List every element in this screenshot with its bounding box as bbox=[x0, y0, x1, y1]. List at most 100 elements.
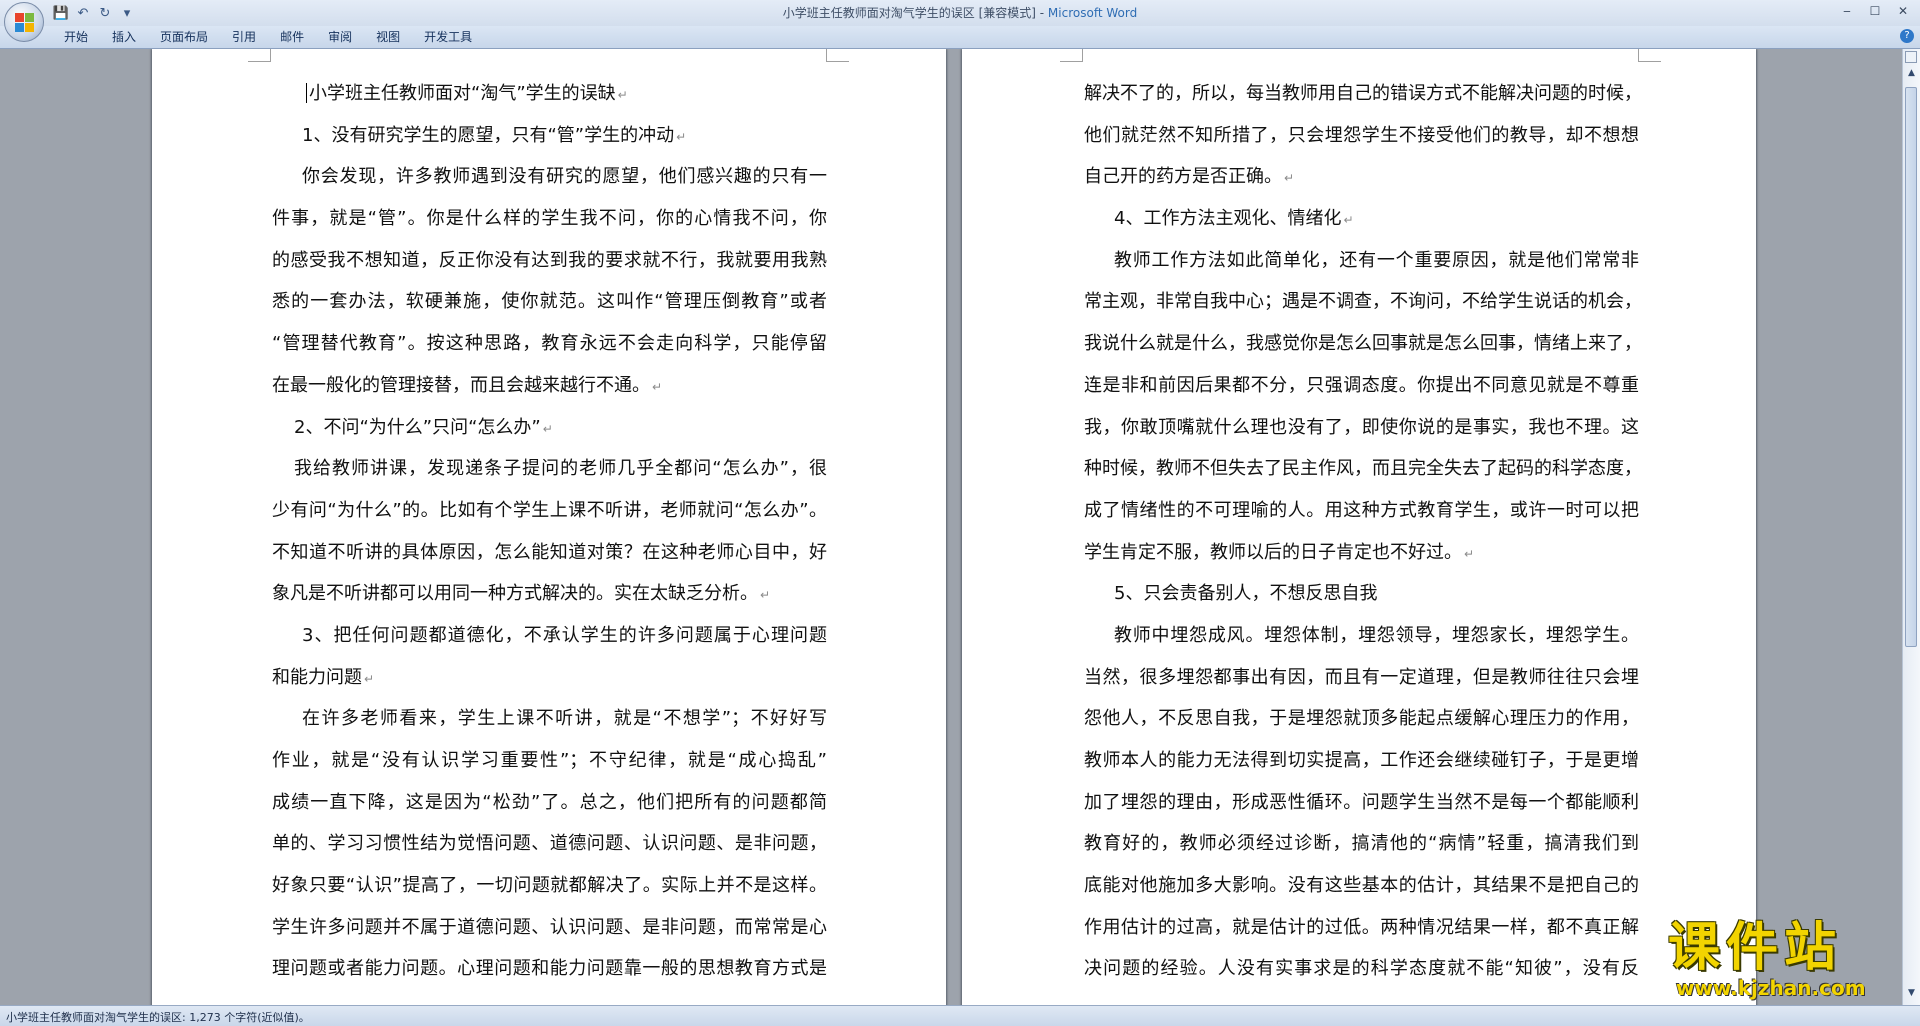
text-line[interactable]: 加了埋怨的理由，形成恶性循环。问题学生当然不是每一个都能顺利 bbox=[1084, 782, 1639, 824]
tab-4[interactable]: 邮件 bbox=[268, 29, 316, 45]
text-line[interactable]: 1、没有研究学生的愿望，只有“管”学生的冲动 ↵ bbox=[272, 115, 827, 157]
text-line[interactable]: 件事，就是“管”。你是什么样的学生我不问，你的心情我不问，你 bbox=[272, 198, 827, 240]
page-right[interactable]: 解决不了的，所以，每当教师用自己的错误方式不能解决问题的时候， 他们就茫然不知所措… bbox=[962, 49, 1756, 1005]
tab-5[interactable]: 审阅 bbox=[316, 29, 364, 45]
text-line[interactable]: 种时候，教师不但失去了民主作风，而且完全失去了起码的科学态度， bbox=[1084, 448, 1639, 490]
line-text: 解决不了的，所以，每当教师用自己的错误方式不能解决问题的时候， bbox=[1084, 83, 1639, 104]
watermark-title: 课件站 bbox=[1668, 918, 1843, 978]
page-text[interactable]: 解决不了的，所以，每当教师用自己的错误方式不能解决问题的时候， 他们就茫然不知所措… bbox=[1084, 73, 1639, 990]
text-line[interactable]: 底能对他施加多大影响。没有这些基本的估计，其结果不是把自己的 bbox=[1084, 865, 1639, 907]
text-line[interactable]: 成了情绪性的不可理喻的人。用这种方式教育学生，或许一时可以把 bbox=[1084, 490, 1639, 532]
text-line[interactable]: 单的、学习习惯性结为觉悟问题、道德问题、认识问题、是非问题， bbox=[272, 823, 827, 865]
text-line[interactable]: 好象只要“认识”提高了，一切问题就都解决了。实际上并不是这样。 bbox=[272, 865, 827, 907]
line-text: 教师中埋怨成风。埋怨体制，埋怨领导，埋怨家长，埋怨学生。 bbox=[1114, 624, 1639, 646]
line-text: 底能对他施加多大影响。没有这些基本的估计，其结果不是把自己的 bbox=[1084, 875, 1639, 897]
text-line[interactable]: 2、不问“为什么”只问“怎么办” ↵ bbox=[272, 407, 827, 449]
text-line[interactable]: 常主观，非常自我中心；遇是不调查，不询问，不给学生说话的机会， bbox=[1084, 281, 1639, 323]
line-text: 少有问“为什么”的。比如有个学生上课不听讲，老师就问“怎么办”。 bbox=[272, 499, 827, 521]
text-line[interactable]: 解决不了的，所以，每当教师用自己的错误方式不能解决问题的时候， bbox=[1084, 73, 1639, 115]
line-text: 决问题的经验。人没有实事求是的科学态度就不能“知彼”，没有反 bbox=[1084, 958, 1639, 980]
text-line[interactable]: 教师中埋怨成风。埋怨体制，埋怨领导，埋怨家长，埋怨学生。 bbox=[1084, 615, 1639, 657]
title-bar: 💾 ↶ ↻ ▾ 小学班主任教师面对淘气学生的误区 [兼容模式] - Microsoft… bbox=[0, 0, 1920, 42]
close-button[interactable]: ✕ bbox=[1890, 2, 1916, 20]
text-line[interactable]: 我给教师讲课，发现递条子提问的老师几乎全都问“怎么办”，很 bbox=[272, 448, 827, 490]
text-line[interactable]: 连是非和前因后果都不分，只强调态度。你提出不同意见就是不尊重 bbox=[1084, 365, 1639, 407]
page-left[interactable]: 小学班主任教师面对“淘气”学生的误缺 ↵ 1、没有研究学生的愿望，只有“管”学生的冲… bbox=[152, 49, 946, 1005]
scroll-thumb[interactable] bbox=[1905, 87, 1917, 647]
text-line[interactable]: 他们就茫然不知所措了，只会埋怨学生不接受他们的教导，却不想想 bbox=[1084, 115, 1639, 157]
text-line[interactable]: 3、把任何问题都道德化，不承认学生的许多问题属于心理问题 bbox=[272, 615, 827, 657]
text-line[interactable]: 学生许多问题并不属于道德问题、认识问题、是非问题，而常常是心 bbox=[272, 907, 827, 949]
line-text: 他们就茫然不知所措了，只会埋怨学生不接受他们的教导，却不想想 bbox=[1084, 124, 1639, 146]
status-word-count[interactable]: 小学班主任教师面对淘气学生的误区: 1,273 个字符(近似值)。 bbox=[6, 1009, 310, 1025]
ribbon-tabs: 开始 插入 页面布局 引用 邮件 审阅 视图 开发工具 bbox=[52, 29, 484, 45]
line-text: 5、只会责备别人，不想反思自我 bbox=[1114, 583, 1378, 605]
help-icon[interactable]: ? bbox=[1900, 29, 1914, 43]
text-line[interactable]: 不知道不听讲的具体原因，怎么能知道对策？在这种老师心目中，好 bbox=[272, 532, 827, 574]
text-line[interactable]: “管理替代教育”。按这种思路，教育永远不会走向科学，只能停留 bbox=[272, 323, 827, 365]
tab-2[interactable]: 页面布局 bbox=[148, 29, 220, 45]
text-line[interactable]: 5、只会责备别人，不想反思自我 bbox=[1084, 573, 1639, 615]
text-line[interactable]: 在许多老师看来，学生上课不听讲，就是“不想学”；不好好写 bbox=[272, 698, 827, 740]
text-line[interactable]: 小学班主任教师面对“淘气”学生的误缺 ↵ bbox=[272, 73, 827, 115]
line-text: 4、工作方法主观化、情绪化 bbox=[1114, 208, 1342, 230]
text-line[interactable]: 自己开的药方是否正确。 ↵ bbox=[1084, 156, 1639, 198]
minimize-button[interactable]: ‒ bbox=[1834, 2, 1860, 20]
vertical-scrollbar[interactable]: ▲ ▼ bbox=[1902, 49, 1920, 1005]
paragraph-mark-icon: ↵ bbox=[542, 421, 553, 436]
line-text: 在最一般化的管理接替，而且会越来越行不通。 bbox=[272, 374, 650, 396]
line-text: 成绩一直下降，这是因为“松劲”了。总之，他们把所有的问题都简 bbox=[272, 791, 827, 813]
text-line[interactable]: 在最一般化的管理接替，而且会越来越行不通。 ↵ bbox=[272, 365, 827, 407]
line-text: 自己开的药方是否正确。 bbox=[1084, 166, 1282, 188]
scroll-up-icon[interactable]: ▲ bbox=[1905, 67, 1918, 80]
text-line[interactable]: 当然，很多埋怨都事出有因，而且有一定道理，但是教师往往只会埋 bbox=[1084, 657, 1639, 699]
app-name: Microsoft Word bbox=[1047, 6, 1138, 20]
text-cursor bbox=[306, 83, 307, 103]
text-line[interactable]: 你会发现，许多教师遇到没有研究的愿望，他们感兴趣的只有一 bbox=[272, 156, 827, 198]
text-line[interactable]: 决问题的经验。人没有实事求是的科学态度就不能“知彼”，没有反 bbox=[1084, 948, 1639, 990]
text-line[interactable]: 象凡是不听讲都可以用同一种方式解决的。实在太缺乏分析。 ↵ bbox=[272, 573, 827, 615]
ruler-toggle-icon[interactable] bbox=[1905, 51, 1917, 63]
tab-6[interactable]: 视图 bbox=[364, 29, 412, 45]
paragraph-mark-icon: ↵ bbox=[760, 588, 771, 603]
text-line[interactable]: 教育好的，教师必须经过诊断，搞清他的“病情”轻重，搞清我们到 bbox=[1084, 823, 1639, 865]
text-line[interactable]: 作业，就是“没有认识学习重要性”；不守纪律，就是“成心捣乱” bbox=[272, 740, 827, 782]
paragraph-mark-icon: ↵ bbox=[676, 129, 687, 144]
text-line[interactable]: 的感受我不想知道，反正你没有达到我的要求就不行，我就要用我熟 bbox=[272, 240, 827, 282]
line-text: 和能力问题 bbox=[272, 666, 362, 688]
line-text: 学生肯定不服，教师以后的日子肯定也不好过。 bbox=[1084, 541, 1462, 563]
text-line[interactable]: 我，你敢顶嘴就什么理也没有了，即使你说的是事实，我也不理。这 bbox=[1084, 407, 1639, 449]
line-text: 不知道不听讲的具体原因，怎么能知道对策？在这种老师心目中，好 bbox=[272, 541, 827, 563]
line-text: 的感受我不想知道，反正你没有达到我的要求就不行，我就要用我熟 bbox=[272, 249, 827, 271]
text-line[interactable]: 成绩一直下降，这是因为“松劲”了。总之，他们把所有的问题都简 bbox=[272, 782, 827, 824]
text-line[interactable]: 理问题或者能力问题。心理问题和能力问题靠一般的思想教育方式是 bbox=[272, 948, 827, 990]
text-line[interactable]: 我说什么就是什么，我感觉你是怎么回事就是怎么回事，情绪上来了， bbox=[1084, 323, 1639, 365]
line-text: 种时候，教师不但失去了民主作风，而且完全失去了起码的科学态度， bbox=[1084, 458, 1639, 480]
line-text: 教师工作方法如此简单化，还有一个重要原因，就是他们常常非 bbox=[1114, 249, 1639, 271]
text-line[interactable]: 少有问“为什么”的。比如有个学生上课不听讲，老师就问“怎么办”。 bbox=[272, 490, 827, 532]
text-line[interactable]: 悉的一套办法，软硬兼施，使你就范。这叫作“管理压倒教育”或者 bbox=[272, 281, 827, 323]
tab-7[interactable]: 开发工具 bbox=[412, 29, 484, 45]
line-text: 教师本人的能力无法得到切实提高，工作还会继续碰钉子，于是更增 bbox=[1084, 750, 1639, 771]
text-line[interactable]: 怨他人，不反思自我，于是埋怨就顶多能起点缓解心理压力的作用， bbox=[1084, 698, 1639, 740]
line-text: 理问题或者能力问题。心理问题和能力问题靠一般的思想教育方式是 bbox=[272, 958, 827, 980]
tab-0[interactable]: 开始 bbox=[52, 29, 100, 45]
text-line[interactable]: 作用估计的过高，就是估计的过低。两种情况结果一样，都不真正解 bbox=[1084, 907, 1639, 949]
maximize-button[interactable]: ☐ bbox=[1862, 2, 1888, 20]
tab-3[interactable]: 引用 bbox=[220, 29, 268, 45]
line-text: 在许多老师看来，学生上课不听讲，就是“不想学”；不好好写 bbox=[302, 708, 827, 730]
line-text: “管理替代教育”。按这种思路，教育永远不会走向科学，只能停留 bbox=[272, 333, 827, 355]
text-line[interactable]: 学生肯定不服，教师以后的日子肯定也不好过。 ↵ bbox=[1084, 532, 1639, 574]
paragraph-mark-icon: ↵ bbox=[1284, 171, 1295, 186]
text-line[interactable]: 4、工作方法主观化、情绪化 ↵ bbox=[1084, 198, 1639, 240]
tab-1[interactable]: 插入 bbox=[100, 29, 148, 45]
line-text: 小学班主任教师面对“淘气”学生的误缺 bbox=[309, 83, 616, 104]
line-text: 象凡是不听讲都可以用同一种方式解决的。实在太缺乏分析。 bbox=[272, 583, 758, 605]
document-area[interactable]: 小学班主任教师面对“淘气”学生的误缺 ↵ 1、没有研究学生的愿望，只有“管”学生的冲… bbox=[0, 49, 1903, 1005]
line-text: 2、不问“为什么”只问“怎么办” bbox=[294, 416, 541, 438]
text-line[interactable]: 和能力问题 ↵ bbox=[272, 657, 827, 699]
text-line[interactable]: 教师本人的能力无法得到切实提高，工作还会继续碰钉子，于是更增 bbox=[1084, 740, 1639, 782]
page-text[interactable]: 小学班主任教师面对“淘气”学生的误缺 ↵ 1、没有研究学生的愿望，只有“管”学生的冲… bbox=[272, 73, 827, 990]
text-line[interactable]: 教师工作方法如此简单化，还有一个重要原因，就是他们常常非 bbox=[1084, 240, 1639, 282]
office-button[interactable] bbox=[4, 2, 44, 42]
